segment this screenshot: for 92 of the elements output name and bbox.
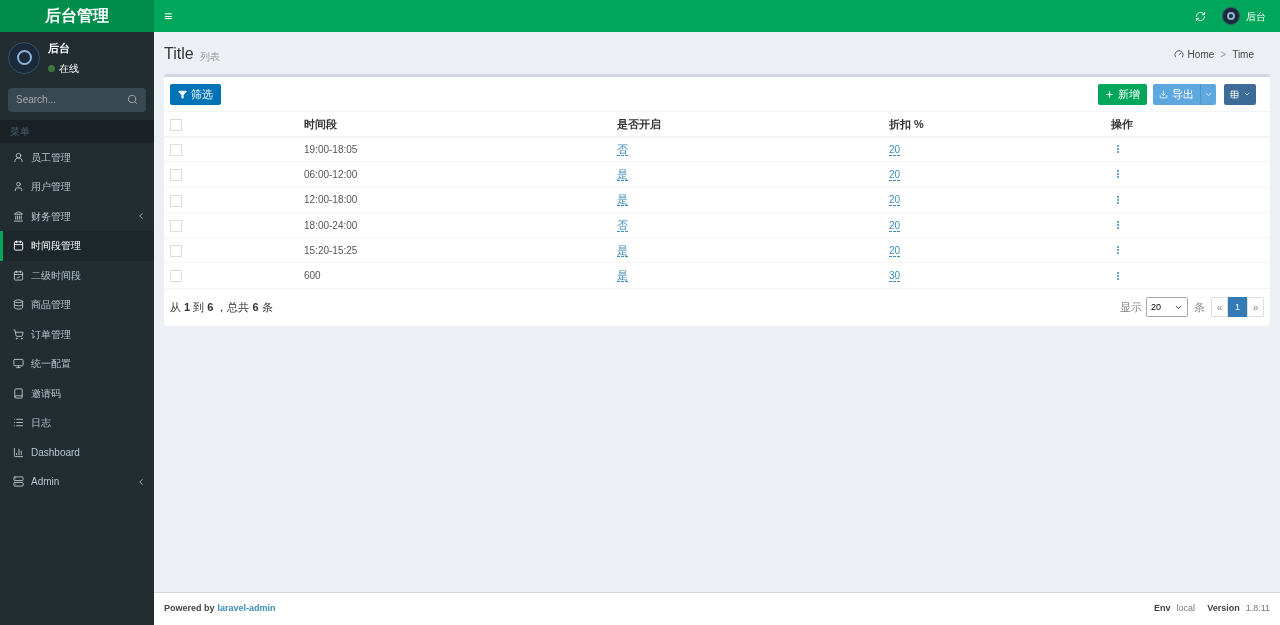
columns-button[interactable] xyxy=(1224,83,1256,105)
table-cell: 12:00-18:00 xyxy=(304,194,358,206)
sidebar-item[interactable]: 商品管理 xyxy=(0,290,154,320)
table-cell: 06:00-12:00 xyxy=(304,169,358,181)
version-value: 1.8.11 xyxy=(1245,602,1270,616)
sidebar-item[interactable]: 邀请码 xyxy=(0,378,154,408)
sidebar-item[interactable]: 财务管理 xyxy=(0,201,154,231)
avatar xyxy=(8,41,40,74)
select-all-checkbox[interactable] xyxy=(170,118,182,131)
list-icon xyxy=(13,417,24,429)
env-value: local xyxy=(1176,602,1196,616)
table-icon xyxy=(1229,89,1239,99)
row-checkbox[interactable] xyxy=(170,169,182,182)
column-header: 是否开启 xyxy=(617,117,661,130)
calendar-check-icon xyxy=(13,269,24,281)
editable-value[interactable]: 30 xyxy=(889,270,901,283)
sidebar-item[interactable]: 时间段管理 xyxy=(0,231,154,261)
next-page-button[interactable]: » xyxy=(1247,297,1264,318)
row-checkbox[interactable] xyxy=(170,194,182,207)
avatar xyxy=(1222,7,1240,25)
editable-value[interactable]: 20 xyxy=(889,144,901,157)
page-title: Title xyxy=(164,44,194,64)
bank-icon xyxy=(13,210,24,222)
search-icon[interactable] xyxy=(127,93,138,105)
search-field[interactable]: Search... xyxy=(8,87,146,112)
editable-value[interactable]: 是 xyxy=(617,168,628,182)
breadcrumb-link[interactable]: Home xyxy=(1187,46,1215,62)
caret-icon xyxy=(1242,90,1251,98)
user-name: 后台 xyxy=(48,41,71,56)
database-icon xyxy=(13,299,24,311)
export-dropdown-button[interactable] xyxy=(1200,83,1216,105)
chevron-icon xyxy=(136,476,146,487)
create-button[interactable]: 新增 xyxy=(1098,83,1147,105)
editable-value[interactable]: 20 xyxy=(889,219,901,232)
per-page-unit: 条 xyxy=(1194,300,1205,316)
bar-chart-icon xyxy=(13,446,24,458)
footer-credit: Powered by xyxy=(164,602,215,616)
row-checkbox[interactable] xyxy=(170,245,182,258)
sidebar-item[interactable]: Dashboard xyxy=(0,437,154,467)
sidebar-item[interactable]: 员工管理 xyxy=(0,142,154,172)
editable-value[interactable]: 20 xyxy=(889,169,901,182)
calendar-icon xyxy=(13,240,24,252)
column-header: 折扣 % xyxy=(889,117,924,130)
sidebar-item[interactable]: 统一配置 xyxy=(0,349,154,379)
filter-button[interactable]: 筛选 xyxy=(170,83,221,105)
refresh-icon[interactable] xyxy=(1195,10,1206,22)
table-cell: 15:20-15:25 xyxy=(304,245,358,257)
plus-icon xyxy=(1105,89,1114,99)
export-button[interactable]: 导出 xyxy=(1153,83,1200,105)
header-user-name[interactable]: 后台 xyxy=(1246,8,1266,24)
row-checkbox[interactable] xyxy=(170,144,182,157)
column-header: 时间段 xyxy=(304,117,337,130)
sidebar-item[interactable]: 用户管理 xyxy=(0,172,154,202)
status-text: 在线 xyxy=(59,61,79,76)
editable-value[interactable]: 是 xyxy=(617,193,628,207)
download-icon xyxy=(1159,89,1168,99)
editable-value[interactable]: 20 xyxy=(889,194,901,207)
monitor-icon xyxy=(13,358,24,370)
sidebar-item[interactable]: Admin xyxy=(0,467,154,497)
table-cell: 19:00-18:05 xyxy=(304,144,358,156)
column-header: 操作 xyxy=(1111,117,1133,130)
cart-icon xyxy=(13,328,24,340)
env-label: Env xyxy=(1154,602,1171,616)
page-subtitle: 列表 xyxy=(199,49,220,64)
row-checkbox[interactable] xyxy=(170,270,182,283)
table-cell: 600 xyxy=(304,270,321,282)
per-page-label: 显示 xyxy=(1120,300,1142,316)
pagination-summary: 从 1 到 6 ，总共 6 条 xyxy=(170,300,273,316)
logo-text[interactable]: 后台管理 xyxy=(45,4,109,28)
table-cell: 18:00-24:00 xyxy=(304,219,358,231)
row-checkbox[interactable] xyxy=(170,219,182,232)
chevron-icon xyxy=(136,211,146,222)
person-icon xyxy=(13,151,24,163)
breadcrumb-separator: > xyxy=(1220,47,1227,62)
sidebar-item[interactable]: 二级时间段 xyxy=(0,260,154,290)
page-button[interactable]: 1 xyxy=(1228,297,1247,318)
book-icon xyxy=(13,387,24,399)
sidebar-item[interactable]: 日志 xyxy=(0,408,154,438)
editable-value[interactable]: 是 xyxy=(617,269,628,283)
editable-value[interactable]: 是 xyxy=(617,244,628,258)
editable-value[interactable]: 否 xyxy=(617,143,628,157)
version-label: Version xyxy=(1207,602,1240,616)
menu-toggle[interactable]: ≡ xyxy=(164,9,173,23)
filter-icon xyxy=(178,89,187,99)
editable-value[interactable]: 20 xyxy=(889,245,901,258)
per-page-select[interactable]: 20 xyxy=(1146,297,1188,318)
user-icon xyxy=(13,181,24,193)
sidebar-item[interactable]: 订单管理 xyxy=(0,319,154,349)
dashboard-icon xyxy=(1173,49,1184,59)
footer-link[interactable]: laravel-admin xyxy=(217,602,276,616)
editable-value[interactable]: 否 xyxy=(617,218,628,232)
server-icon xyxy=(13,476,24,488)
